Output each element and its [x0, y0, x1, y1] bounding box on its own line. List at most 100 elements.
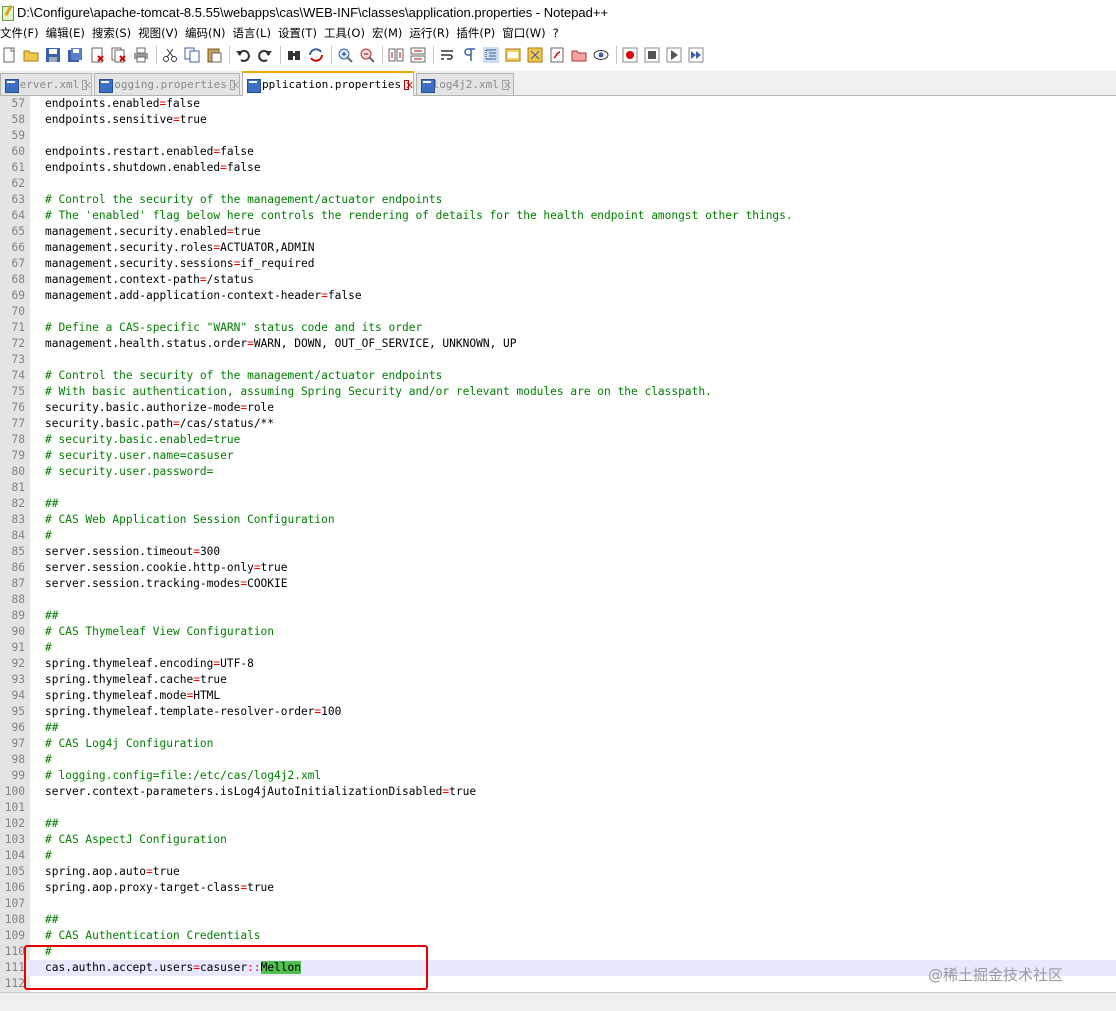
doc-map-icon[interactable]	[526, 46, 544, 64]
show-all-chars-icon[interactable]	[460, 46, 478, 64]
menu-item-2[interactable]: 搜索(S)	[92, 25, 138, 41]
new-file-icon[interactable]	[0, 46, 18, 64]
menu-item-10[interactable]: 插件(P)	[456, 25, 502, 41]
code-line[interactable]: 104 #	[0, 848, 1116, 864]
cut-icon[interactable]	[161, 46, 179, 64]
code-line[interactable]: 97 # CAS Log4j Configuration	[0, 736, 1116, 752]
menu-item-12[interactable]: ?	[553, 26, 566, 40]
code-line[interactable]: 71 # Define a CAS-specific "WARN" status …	[0, 320, 1116, 336]
code-line[interactable]: 84 #	[0, 528, 1116, 544]
close-all-icon[interactable]	[110, 46, 128, 64]
run-macro-multiple-icon[interactable]	[687, 46, 705, 64]
open-file-icon[interactable]	[22, 46, 40, 64]
tab-close-icon[interactable]	[229, 79, 235, 90]
code-line[interactable]: 59	[0, 128, 1116, 144]
tab-application-properties[interactable]: application.properties	[242, 71, 414, 96]
menu-item-7[interactable]: 工具(O)	[324, 25, 372, 41]
code-line[interactable]: 86 server.session.cookie.http-only=true	[0, 560, 1116, 576]
stop-recording-icon[interactable]	[643, 46, 661, 64]
code-line[interactable]: 65 management.security.enabled=true	[0, 224, 1116, 240]
code-line[interactable]: 108 ##	[0, 912, 1116, 928]
code-line[interactable]: 58 endpoints.sensitive=true	[0, 112, 1116, 128]
menu-item-8[interactable]: 宏(M)	[372, 25, 409, 41]
code-line[interactable]: 74 # Control the security of the manageme…	[0, 368, 1116, 384]
code-line[interactable]: 95 spring.thymeleaf.template-resolver-ord…	[0, 704, 1116, 720]
menu-item-9[interactable]: 运行(R)	[409, 25, 456, 41]
menu-item-6[interactable]: 设置(T)	[278, 25, 324, 41]
code-line[interactable]: 105 spring.aop.auto=true	[0, 864, 1116, 880]
code-line[interactable]: 99 # logging.config=file:/etc/cas/log4j2.…	[0, 768, 1116, 784]
code-line[interactable]: 100 server.context-parameters.isLog4jAuto…	[0, 784, 1116, 800]
code-line[interactable]: 87 server.session.tracking-modes=COOKIE	[0, 576, 1116, 592]
code-line[interactable]: 85 server.session.timeout=300	[0, 544, 1116, 560]
tab-logging-properties[interactable]: logging.properties	[94, 73, 240, 95]
code-line[interactable]: 70	[0, 304, 1116, 320]
tab-log4j2-xml[interactable]: log4j2.xml	[416, 73, 514, 95]
function-list-icon[interactable]	[548, 46, 566, 64]
tab-server-xml[interactable]: server.xml	[0, 73, 92, 95]
zoom-in-icon[interactable]	[336, 46, 354, 64]
tab-close-icon[interactable]	[501, 79, 509, 90]
code-line[interactable]: 81	[0, 480, 1116, 496]
folder-workspace-icon[interactable]	[570, 46, 588, 64]
code-line[interactable]: 98 #	[0, 752, 1116, 768]
indent-guide-icon[interactable]	[482, 46, 500, 64]
code-line[interactable]: 77 security.basic.path=/cas/status/**	[0, 416, 1116, 432]
code-line[interactable]: 66 management.security.roles=ACTUATOR,ADM…	[0, 240, 1116, 256]
code-line[interactable]: 96 ##	[0, 720, 1116, 736]
play-macro-icon[interactable]	[665, 46, 683, 64]
code-line[interactable]: 72 management.health.status.order=WARN, D…	[0, 336, 1116, 352]
code-line[interactable]: 69 management.add-application-context-hea…	[0, 288, 1116, 304]
menu-item-0[interactable]: 文件(F)	[0, 25, 46, 41]
code-line[interactable]: 63 # Control the security of the manageme…	[0, 192, 1116, 208]
menu-item-1[interactable]: 编辑(E)	[46, 25, 92, 41]
save-all-icon[interactable]	[66, 46, 84, 64]
code-line[interactable]: 79 # security.user.name=casuser	[0, 448, 1116, 464]
menu-item-4[interactable]: 编码(N)	[185, 25, 233, 41]
sync-horizontal-icon[interactable]	[409, 46, 427, 64]
undo-icon[interactable]	[234, 46, 252, 64]
paste-icon[interactable]	[205, 46, 223, 64]
code-line[interactable]: 92 spring.thymeleaf.encoding=UTF-8	[0, 656, 1116, 672]
menu-item-3[interactable]: 视图(V)	[138, 25, 185, 41]
code-line[interactable]: 109 # CAS Authentication Credentials	[0, 928, 1116, 944]
print-icon[interactable]	[132, 46, 150, 64]
code-line[interactable]: 61 endpoints.shutdown.enabled=false	[0, 160, 1116, 176]
code-line[interactable]: 106 spring.aop.proxy-target-class=true	[0, 880, 1116, 896]
code-line[interactable]: 101	[0, 800, 1116, 816]
replace-icon[interactable]	[307, 46, 325, 64]
menu-item-11[interactable]: 窗口(W)	[502, 25, 552, 41]
code-line[interactable]: 57 endpoints.enabled=false	[0, 96, 1116, 112]
code-line[interactable]: 90 # CAS Thymeleaf View Configuration	[0, 624, 1116, 640]
code-line[interactable]: 76 security.basic.authorize-mode=role	[0, 400, 1116, 416]
code-line[interactable]: 80 # security.user.password=	[0, 464, 1116, 480]
copy-icon[interactable]	[183, 46, 201, 64]
code-line[interactable]: 78 # security.basic.enabled=true	[0, 432, 1116, 448]
code-line[interactable]: 75 # With basic authentication, assuming …	[0, 384, 1116, 400]
code-line[interactable]: 94 spring.thymeleaf.mode=HTML	[0, 688, 1116, 704]
code-line[interactable]: 73	[0, 352, 1116, 368]
zoom-out-icon[interactable]	[358, 46, 376, 64]
tab-close-icon[interactable]	[404, 79, 409, 90]
record-macro-icon[interactable]	[621, 46, 639, 64]
code-line[interactable]: 62	[0, 176, 1116, 192]
code-line[interactable]: 64 # The 'enabled' flag below here contro…	[0, 208, 1116, 224]
code-line[interactable]: 102 ##	[0, 816, 1116, 832]
code-line[interactable]: 107	[0, 896, 1116, 912]
code-line[interactable]: 68 management.context-path=/status	[0, 272, 1116, 288]
code-line[interactable]: 82 ##	[0, 496, 1116, 512]
menu-item-5[interactable]: 语言(L)	[233, 25, 278, 41]
word-wrap-icon[interactable]	[438, 46, 456, 64]
editor-area[interactable]: 57 endpoints.enabled=false 58 endpoints.sen…	[0, 96, 1116, 992]
find-icon[interactable]	[285, 46, 303, 64]
redo-icon[interactable]	[256, 46, 274, 64]
tab-close-icon[interactable]	[82, 79, 87, 90]
code-line[interactable]: 88	[0, 592, 1116, 608]
code-line[interactable]: 67 management.security.sessions=if_requir…	[0, 256, 1116, 272]
monitor-icon[interactable]	[592, 46, 610, 64]
save-icon[interactable]	[44, 46, 62, 64]
code-line[interactable]: 103 # CAS AspectJ Configuration	[0, 832, 1116, 848]
code-line[interactable]: 91 #	[0, 640, 1116, 656]
user-defined-lang-icon[interactable]	[504, 46, 522, 64]
close-icon[interactable]	[88, 46, 106, 64]
